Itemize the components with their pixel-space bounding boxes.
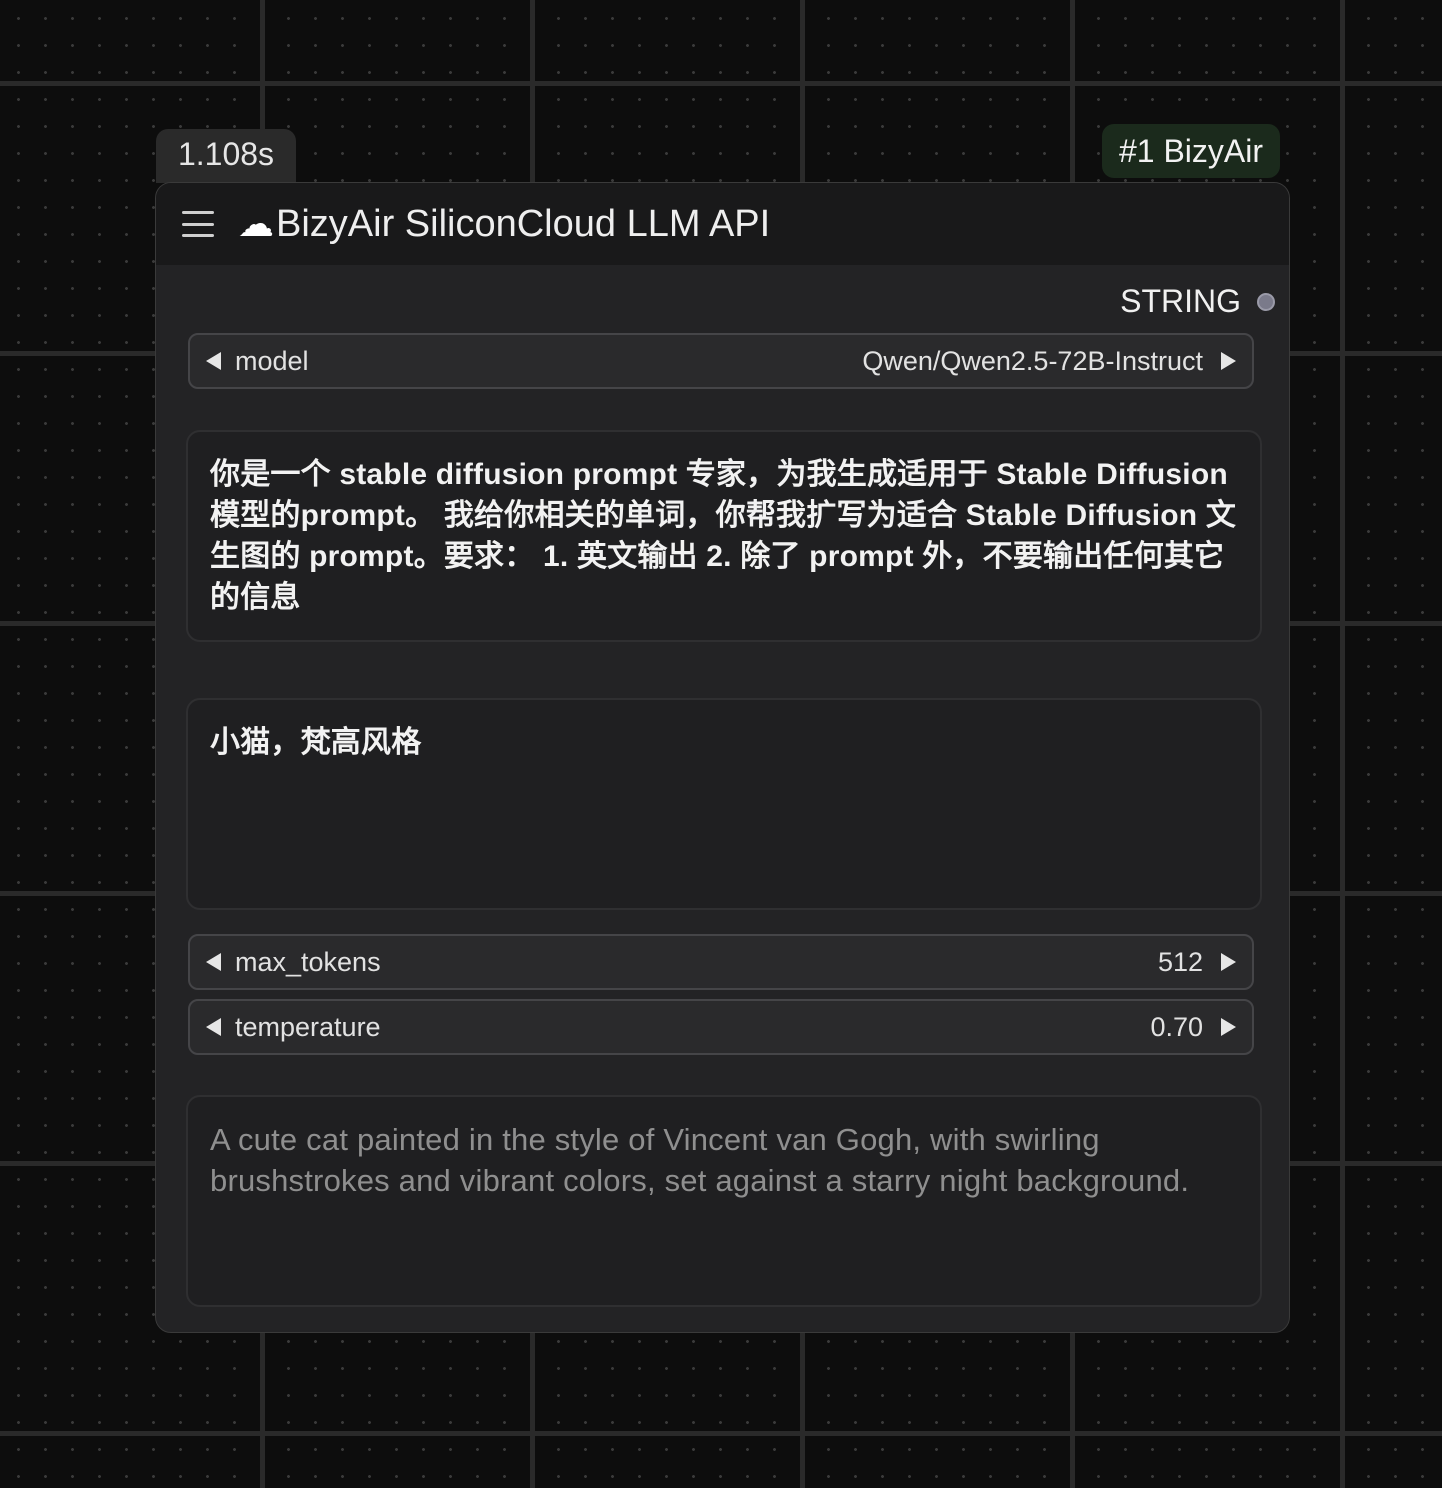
cloud-icon: ☁ [238,203,274,244]
max-tokens-label: max_tokens [235,946,381,977]
temperature-widget[interactable]: temperature 0.70 [188,999,1254,1055]
menu-icon[interactable] [182,211,214,237]
increment-arrow-icon[interactable] [1221,1018,1236,1036]
temperature-label: temperature [235,1011,381,1042]
user-prompt-textarea[interactable]: 小猫，梵高风格 [186,698,1262,910]
temperature-value: 0.70 [1150,1011,1203,1042]
decrement-arrow-icon[interactable] [206,953,221,971]
max-tokens-value: 512 [1157,946,1203,977]
system-prompt-textarea[interactable]: 你是一个 stable diffusion prompt 专家，为我生成适用于 … [186,430,1262,642]
model-value: Qwen/Qwen2.5-72B-Instruct [862,345,1203,376]
max-tokens-widget[interactable]: max_tokens 512 [188,934,1254,990]
model-combo[interactable]: model Qwen/Qwen2.5-72B-Instruct [188,333,1254,389]
decrement-arrow-icon[interactable] [206,1018,221,1036]
decrement-arrow-icon[interactable] [206,352,221,370]
execution-time-badge: 1.108s [156,129,296,183]
model-label: model [235,345,309,376]
increment-arrow-icon[interactable] [1221,953,1236,971]
increment-arrow-icon[interactable] [1221,352,1236,370]
node-id-badge: #1 BizyAir [1102,124,1280,178]
output-slot-label: STRING [1120,283,1241,319]
output-text-display[interactable]: A cute cat painted in the style of Vince… [186,1095,1262,1307]
node-header[interactable]: ☁ BizyAir SiliconCloud LLM API [156,183,1289,265]
node-title-text: BizyAir SiliconCloud LLM API [276,202,771,245]
output-connector-dot[interactable] [1257,292,1275,311]
output-slot[interactable]: STRING [1120,283,1275,320]
llm-api-node[interactable]: ☁ BizyAir SiliconCloud LLM API STRING mo… [155,182,1290,1333]
node-title: ☁ BizyAir SiliconCloud LLM API [238,203,770,246]
